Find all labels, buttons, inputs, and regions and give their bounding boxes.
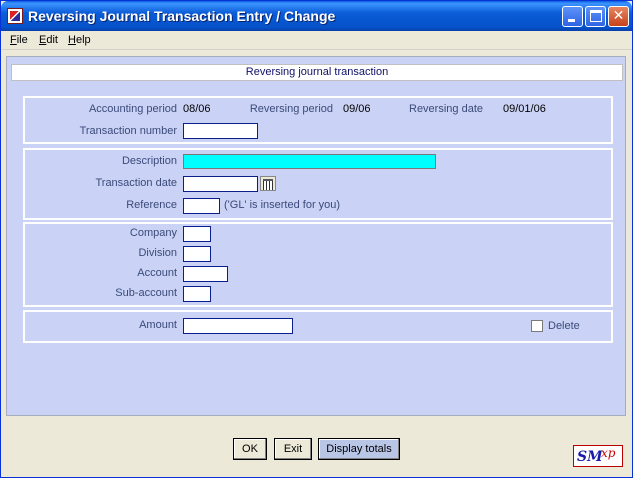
reversing-date-value: 09/01/06 — [503, 103, 546, 115]
smxp-logo: SM xp — [573, 445, 623, 467]
details-group: Description Transaction date Reference (… — [23, 148, 613, 220]
menu-edit-label: dit — [46, 34, 58, 46]
description-label: Description — [121, 155, 177, 167]
subaccount-label: Sub-account — [115, 287, 177, 299]
subaccount-input[interactable] — [183, 286, 211, 302]
maximize-icon — [590, 10, 602, 22]
logo-sm-text: SM — [577, 449, 603, 465]
form-panel: Reversing journal transaction Accounting… — [6, 56, 626, 416]
menu-file-accel: F — [10, 34, 17, 46]
title-bar[interactable]: Reversing Journal Transaction Entry / Ch… — [1, 1, 632, 31]
delete-checkbox[interactable] — [531, 320, 543, 332]
reversing-period-value: 09/06 — [343, 103, 371, 115]
accounting-period-value: 08/06 — [183, 103, 211, 115]
periods-group: Accounting period 08/06 Reversing period… — [23, 96, 613, 144]
minimize-button[interactable] — [562, 6, 583, 27]
maximize-button[interactable] — [585, 6, 606, 27]
menu-file-label: ile — [16, 34, 28, 46]
reversing-period-label: Reversing period — [249, 103, 333, 115]
delete-label: Delete — [548, 320, 580, 332]
division-input[interactable] — [183, 246, 211, 262]
account-label: Account — [137, 267, 177, 279]
menu-file[interactable]: File — [10, 34, 28, 46]
amount-input[interactable] — [183, 318, 293, 334]
amount-group: Amount Delete — [23, 310, 613, 343]
accounting-period-label: Accounting period — [88, 103, 177, 115]
transaction-date-label: Transaction date — [95, 177, 177, 189]
transaction-date-input[interactable] — [183, 176, 258, 192]
minimize-icon — [568, 19, 575, 22]
reference-label: Reference — [126, 199, 177, 211]
logo-xp-text: xp — [601, 446, 616, 460]
exit-button[interactable]: Exit — [274, 438, 312, 460]
transaction-number-input[interactable] — [183, 123, 258, 139]
menu-help-accel: H — [68, 34, 76, 46]
menu-bar: File Edit Help — [2, 31, 632, 50]
app-window: Reversing Journal Transaction Entry / Ch… — [0, 0, 633, 478]
window-title: Reversing Journal Transaction Entry / Ch… — [28, 8, 336, 24]
display-totals-button[interactable]: Display totals — [318, 438, 400, 460]
close-button[interactable]: ✕ — [608, 6, 629, 27]
transaction-number-label: Transaction number — [79, 125, 177, 137]
menu-help[interactable]: Help — [68, 34, 91, 46]
reversing-date-label: Reversing date — [409, 103, 483, 115]
account-input[interactable] — [183, 266, 228, 282]
reference-input[interactable] — [183, 198, 220, 214]
calendar-icon[interactable] — [260, 176, 276, 191]
menu-edit[interactable]: Edit — [39, 34, 58, 46]
ok-button[interactable]: OK — [233, 438, 267, 460]
app-icon[interactable] — [7, 8, 23, 24]
amount-label: Amount — [139, 319, 177, 331]
division-label: Division — [138, 247, 177, 259]
company-label: Company — [129, 227, 177, 239]
menu-help-label: elp — [75, 34, 91, 46]
close-icon: ✕ — [612, 8, 625, 24]
reference-note: ('GL' is inserted for you) — [224, 199, 341, 211]
account-group: Company Division Account Sub-account — [23, 222, 613, 307]
form-header: Reversing journal transaction — [11, 64, 623, 81]
company-input[interactable] — [183, 226, 211, 242]
description-input[interactable] — [183, 154, 436, 169]
